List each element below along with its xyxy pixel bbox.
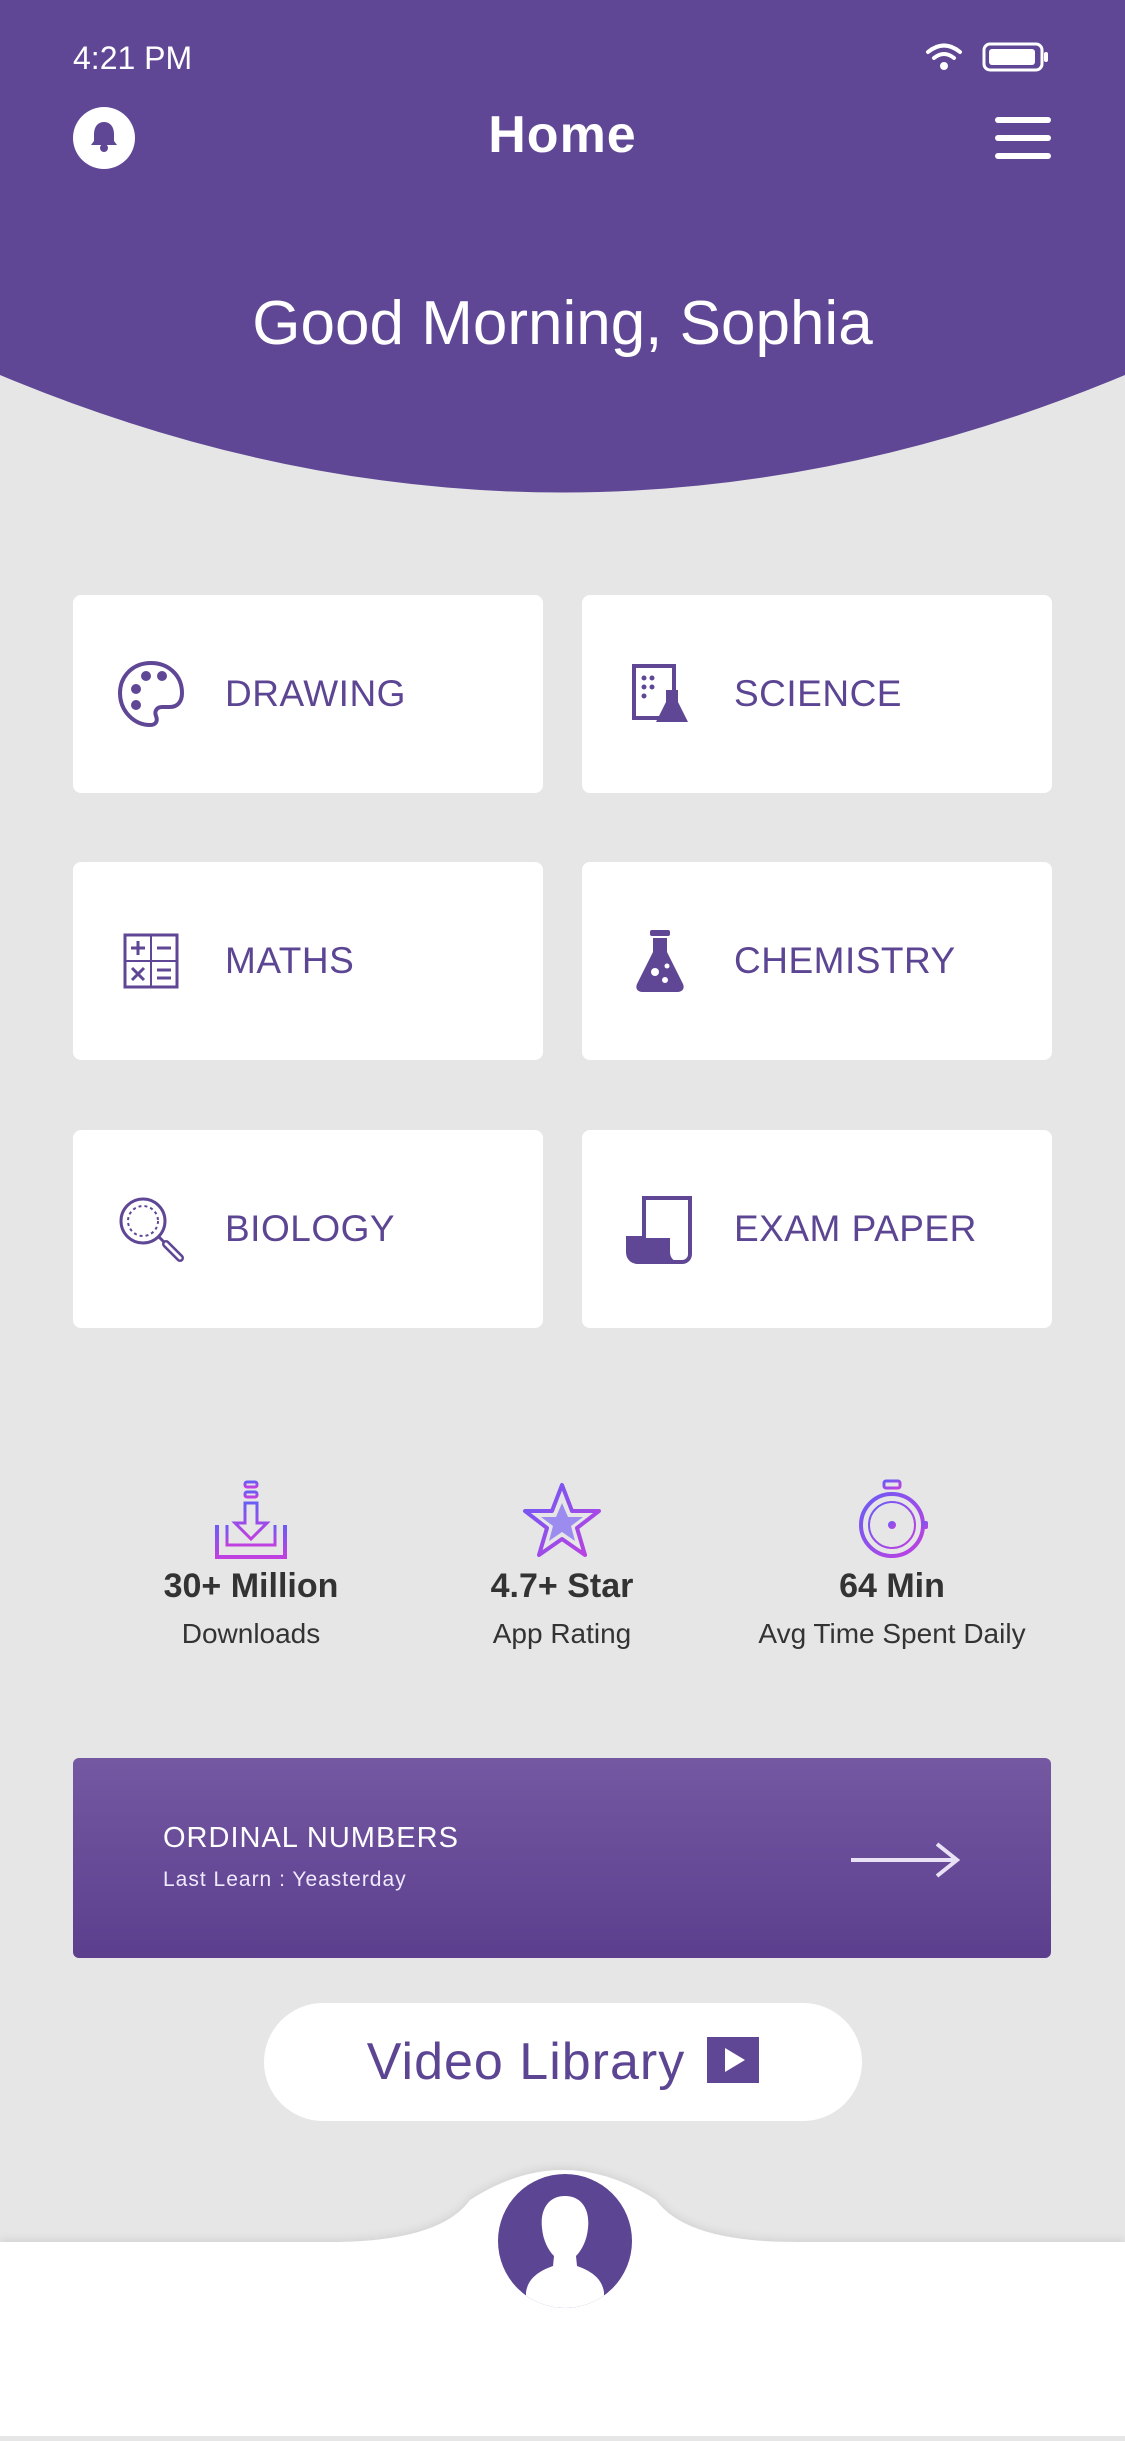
download-icon [86,1475,416,1561]
magnifier-icon [115,1193,187,1265]
greeting-text: Good Morning, Sophia [252,289,873,358]
video-library-label: Video Library [366,2033,686,2091]
subject-card-biology[interactable]: BIOLOGY [73,1130,543,1328]
subject-label: SCIENCE [734,673,902,714]
subject-card-chemistry[interactable]: CHEMISTRY [582,862,1052,1060]
play-icon [707,2036,760,2088]
menu-button[interactable] [995,117,1051,159]
stat-downloads: 30+ Million Downloads [86,1475,416,1650]
subject-label: MATHS [225,940,355,981]
subject-label: EXAM PAPER [734,1208,977,1249]
banner-subtitle: Last Learn : Yeasterday [163,1868,407,1891]
profile-avatar-button[interactable] [498,2174,632,2308]
subject-card-maths[interactable]: MATHS [73,862,543,1060]
stat-time-spent: 64 Min Avg Time Spent Daily [727,1475,1057,1650]
wifi-icon [926,43,962,76]
star-icon [397,1475,727,1561]
banner-title: ORDINAL NUMBERS [163,1822,459,1854]
stat-value: 64 Min [839,1567,945,1605]
subject-card-science[interactable]: SCIENCE [582,595,1052,793]
subject-card-exam-paper[interactable]: EXAM PAPER [582,1130,1052,1328]
arrow-right-icon[interactable] [849,1840,961,1885]
video-library-button[interactable]: Video Library [264,2003,862,2121]
status-icons [926,42,1050,77]
stat-caption: Avg Time Spent Daily [758,1618,1026,1649]
page-title: Home [488,106,637,164]
subject-label: DRAWING [225,673,406,714]
subject-label: CHEMISTRY [734,940,956,981]
battery-icon [982,42,1050,77]
subject-card-drawing[interactable]: DRAWING [73,595,543,793]
subject-label: BIOLOGY [225,1208,396,1249]
stat-caption: App Rating [492,1618,632,1649]
continue-learning-banner[interactable]: ORDINAL NUMBERS Last Learn : Yeasterday [73,1758,1051,1958]
flask-icon [624,925,696,997]
stat-rating: 4.7+ Star App Rating [397,1475,727,1650]
science-icon [624,658,696,730]
stat-value: 4.7+ Star [490,1567,634,1605]
calculator-icon [115,925,187,997]
palette-icon [115,658,187,730]
stopwatch-icon [727,1475,1057,1561]
stat-caption: Downloads [181,1618,321,1649]
paper-icon [624,1193,696,1265]
status-time: 4:21 PM [73,40,193,76]
stat-value: 30+ Million [163,1567,339,1605]
